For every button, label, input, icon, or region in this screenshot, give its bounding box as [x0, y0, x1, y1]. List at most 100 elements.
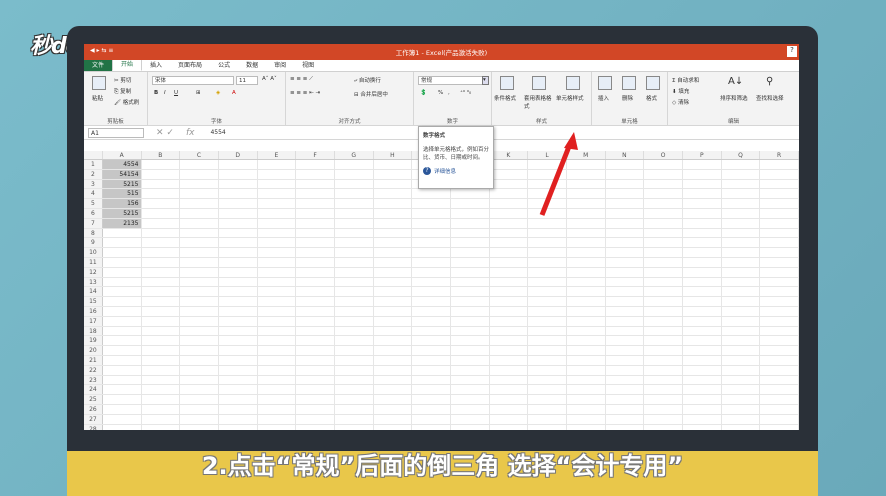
- cell[interactable]: [644, 218, 683, 228]
- cell[interactable]: [219, 287, 258, 297]
- cell[interactable]: [142, 218, 181, 228]
- cell[interactable]: [490, 160, 529, 169]
- cell[interactable]: [451, 375, 490, 385]
- cell[interactable]: [644, 336, 683, 346]
- cell[interactable]: [412, 385, 451, 395]
- cell[interactable]: [644, 346, 683, 355]
- format-cell-icon[interactable]: [646, 76, 660, 90]
- font-color-icon[interactable]: A: [232, 90, 236, 96]
- cell[interactable]: [528, 346, 567, 355]
- cell[interactable]: [103, 355, 142, 365]
- cell[interactable]: [451, 395, 490, 404]
- cell[interactable]: [374, 326, 413, 336]
- cell[interactable]: [683, 375, 722, 385]
- cell[interactable]: [296, 404, 335, 414]
- cell[interactable]: [335, 297, 374, 306]
- cell[interactable]: [606, 277, 645, 287]
- cell[interactable]: [374, 355, 413, 365]
- column-header[interactable]: E: [258, 151, 297, 159]
- cell[interactable]: [258, 385, 297, 395]
- cell[interactable]: [644, 365, 683, 375]
- column-header[interactable]: O: [644, 151, 683, 159]
- cell[interactable]: [142, 287, 181, 297]
- column-header[interactable]: K: [490, 151, 529, 159]
- cell[interactable]: [567, 287, 606, 297]
- cell[interactable]: [258, 306, 297, 316]
- cell[interactable]: [180, 257, 219, 267]
- cell[interactable]: [683, 218, 722, 228]
- cell[interactable]: [683, 228, 722, 238]
- row-header[interactable]: 26: [84, 404, 103, 414]
- cell[interactable]: [142, 306, 181, 316]
- formula-input[interactable]: 4554: [210, 129, 225, 136]
- cell[interactable]: [258, 169, 297, 179]
- cell[interactable]: [335, 208, 374, 218]
- cell[interactable]: [412, 424, 451, 430]
- cell[interactable]: [451, 238, 490, 248]
- cell[interactable]: [683, 169, 722, 179]
- cell[interactable]: [412, 257, 451, 267]
- cell[interactable]: [490, 297, 529, 306]
- cell[interactable]: [683, 208, 722, 218]
- row-header[interactable]: 7: [84, 218, 103, 228]
- cell[interactable]: [180, 355, 219, 365]
- cell[interactable]: [296, 316, 335, 326]
- cell[interactable]: [722, 228, 761, 238]
- cell[interactable]: [567, 316, 606, 326]
- cell[interactable]: [490, 414, 529, 424]
- cell[interactable]: [528, 375, 567, 385]
- cell[interactable]: [374, 375, 413, 385]
- cell[interactable]: [722, 208, 761, 218]
- cell[interactable]: [722, 218, 761, 228]
- cell[interactable]: [567, 326, 606, 336]
- cell[interactable]: [258, 208, 297, 218]
- cell[interactable]: [296, 208, 335, 218]
- cell[interactable]: [374, 346, 413, 355]
- align-top-icons[interactable]: ≡ ≡ ≡ ⟋: [290, 76, 313, 83]
- cell[interactable]: [760, 316, 799, 326]
- cell[interactable]: [528, 355, 567, 365]
- cell[interactable]: [103, 316, 142, 326]
- cell[interactable]: [760, 160, 799, 169]
- cell[interactable]: [374, 316, 413, 326]
- cell[interactable]: [683, 385, 722, 395]
- cell[interactable]: [142, 404, 181, 414]
- tab-3[interactable]: 页面布局: [170, 60, 210, 71]
- cell[interactable]: [490, 218, 529, 228]
- cell[interactable]: [722, 267, 761, 277]
- cell[interactable]: [258, 267, 297, 277]
- row-header[interactable]: 6: [84, 208, 103, 218]
- cell[interactable]: [219, 189, 258, 199]
- column-header[interactable]: B: [142, 151, 181, 159]
- cell[interactable]: [644, 267, 683, 277]
- cell[interactable]: [683, 257, 722, 267]
- cell[interactable]: [103, 365, 142, 375]
- cell[interactable]: [451, 267, 490, 277]
- row-header[interactable]: 21: [84, 355, 103, 365]
- cell[interactable]: [412, 365, 451, 375]
- cell[interactable]: [451, 404, 490, 414]
- cell[interactable]: [606, 248, 645, 257]
- tab-0[interactable]: 文件: [84, 60, 113, 71]
- cell[interactable]: [258, 160, 297, 169]
- cell[interactable]: [567, 257, 606, 267]
- column-header[interactable]: Q: [722, 151, 761, 159]
- cell[interactable]: [412, 326, 451, 336]
- cell[interactable]: [142, 179, 181, 189]
- cell[interactable]: 5215: [102, 179, 142, 189]
- cell[interactable]: [296, 199, 335, 208]
- cell[interactable]: [219, 297, 258, 306]
- cell[interactable]: [644, 404, 683, 414]
- number-format-dropdown-icon[interactable]: ▾: [482, 76, 489, 85]
- cell[interactable]: [142, 326, 181, 336]
- conditional-format-icon[interactable]: [500, 76, 514, 90]
- row-header[interactable]: 1: [84, 160, 103, 169]
- cell[interactable]: [296, 287, 335, 297]
- cell[interactable]: [258, 424, 297, 430]
- cell[interactable]: [296, 375, 335, 385]
- cell[interactable]: [760, 208, 799, 218]
- cell[interactable]: [412, 287, 451, 297]
- cell[interactable]: [644, 355, 683, 365]
- cell[interactable]: [103, 238, 142, 248]
- cell[interactable]: [683, 287, 722, 297]
